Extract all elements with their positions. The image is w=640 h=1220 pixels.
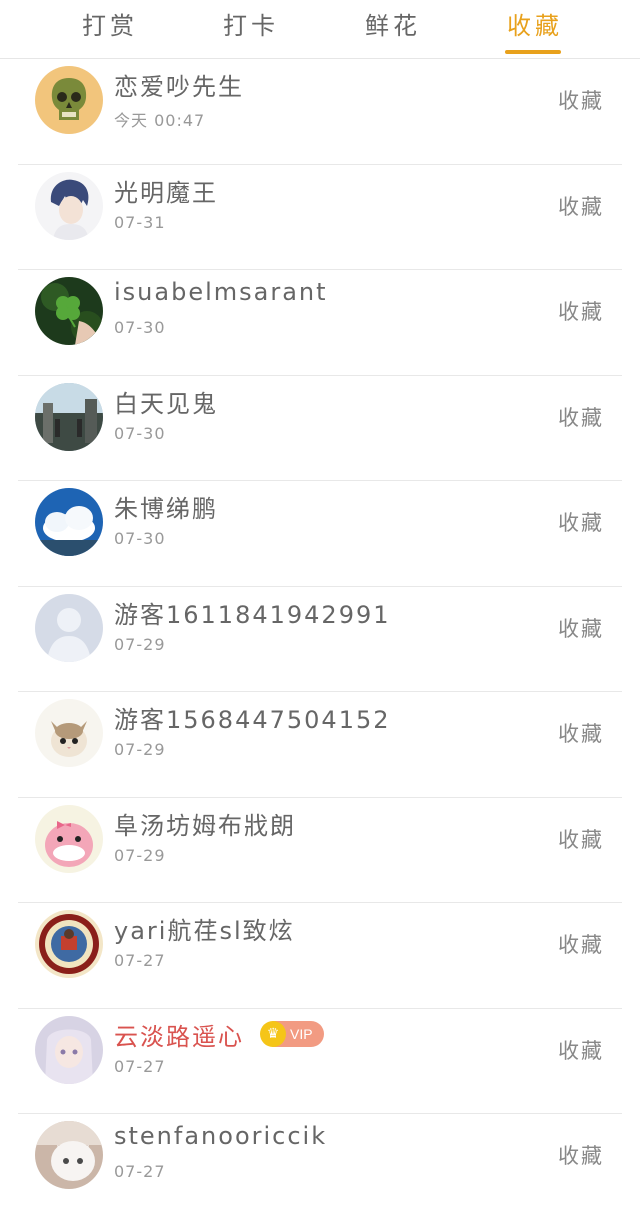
timestamp: 07-27 <box>114 1162 166 1181</box>
user-name: 朱博绨鹏 <box>114 495 218 523</box>
user-name: 云淡路遥心 <box>114 1022 244 1051</box>
favorites-list: 恋爱吵先生 今天 00:47 收藏 光明魔王 07-31 收藏 isuabelm… <box>0 59 640 1220</box>
list-item[interactable]: 游客1568447504152 07-29 收藏 <box>18 692 622 798</box>
tab-checkin[interactable]: 打卡 <box>223 6 279 41</box>
list-item[interactable]: 游客1611841942991 07-29 收藏 <box>18 587 622 692</box>
skull-avatar[interactable] <box>35 66 103 134</box>
favorite-button[interactable]: 收藏 <box>558 191 604 221</box>
tab-reward[interactable]: 打赏 <box>82 6 138 41</box>
timestamp: 07-29 <box>114 845 166 865</box>
list-item[interactable]: yari航荏sl致炫 07-27 收藏 <box>18 903 622 1009</box>
timestamp: 07-27 <box>114 1056 166 1076</box>
default-user-avatar[interactable] <box>35 593 103 662</box>
list-item[interactable]: 朱博绨鹏 07-30 收藏 <box>18 481 622 587</box>
tab-flowers[interactable]: 鲜花 <box>365 6 421 41</box>
anime-girl-avatar[interactable] <box>35 1015 103 1084</box>
tab-favorites[interactable]: 收藏 <box>507 6 563 41</box>
tab-bar: 打赏 打卡 鲜花 收藏 <box>0 0 640 59</box>
white-cat-avatar[interactable] <box>35 1121 103 1189</box>
list-item[interactable]: 阜汤坊姆布戕朗 07-29 收藏 <box>18 798 622 903</box>
user-name: 游客1611841942991 <box>114 600 391 629</box>
vip-label: VIP <box>290 1025 313 1042</box>
timestamp: 07-27 <box>114 951 166 970</box>
list-item[interactable]: 白天见鬼 07-30 收藏 <box>18 376 622 481</box>
list-item[interactable]: stenfanooriccik 07-27 收藏 <box>18 1114 622 1220</box>
favorite-button[interactable]: 收藏 <box>558 1035 604 1065</box>
favorite-button[interactable]: 收藏 <box>558 1140 604 1170</box>
list-item[interactable]: isuabelmsarant 07-30 收藏 <box>18 270 622 376</box>
anime-boy-avatar[interactable] <box>35 171 103 240</box>
favorite-button[interactable]: 收藏 <box>558 402 604 432</box>
badge-avatar[interactable] <box>35 910 103 978</box>
cat-avatar[interactable] <box>35 699 103 767</box>
favorite-button[interactable]: 收藏 <box>558 613 604 643</box>
scenery-avatar[interactable] <box>35 382 103 451</box>
timestamp: 07-30 <box>114 318 166 337</box>
favorite-button[interactable]: 收藏 <box>558 507 604 537</box>
active-tab-indicator <box>505 50 561 54</box>
list-item[interactable]: 恋爱吵先生 今天 00:47 收藏 <box>18 59 622 165</box>
timestamp: 07-31 <box>114 212 166 232</box>
favorite-button[interactable]: 收藏 <box>558 296 604 326</box>
favorite-button[interactable]: 收藏 <box>558 718 604 748</box>
user-name: isuabelmsarant <box>114 278 328 306</box>
user-name: 光明魔王 <box>114 178 218 207</box>
user-name: 游客1568447504152 <box>114 706 391 734</box>
sky-avatar[interactable] <box>35 488 103 556</box>
user-name: stenfanooriccik <box>114 1122 328 1150</box>
pink-pig-avatar[interactable] <box>35 804 103 873</box>
user-name: yari航荏sl致炫 <box>114 917 295 945</box>
timestamp: 今天 00:47 <box>114 111 206 130</box>
timestamp: 07-30 <box>114 529 166 548</box>
favorite-button[interactable]: 收藏 <box>558 929 604 959</box>
user-name: 阜汤坊姆布戕朗 <box>114 811 296 840</box>
favorite-button[interactable]: 收藏 <box>558 824 604 854</box>
list-item[interactable]: 云淡路遥心 ♛ VIP 07-27 收藏 <box>18 1009 622 1114</box>
list-item[interactable]: 光明魔王 07-31 收藏 <box>18 165 622 270</box>
crown-icon: ♛ <box>260 1020 286 1047</box>
user-name: 白天见鬼 <box>114 389 218 418</box>
vip-badge: ♛ VIP <box>260 1020 324 1047</box>
user-name: 恋爱吵先生 <box>114 73 244 101</box>
timestamp: 07-30 <box>114 423 166 443</box>
timestamp: 07-29 <box>114 634 166 654</box>
timestamp: 07-29 <box>114 740 166 759</box>
favorite-button[interactable]: 收藏 <box>558 85 604 115</box>
clover-avatar[interactable] <box>35 277 103 345</box>
